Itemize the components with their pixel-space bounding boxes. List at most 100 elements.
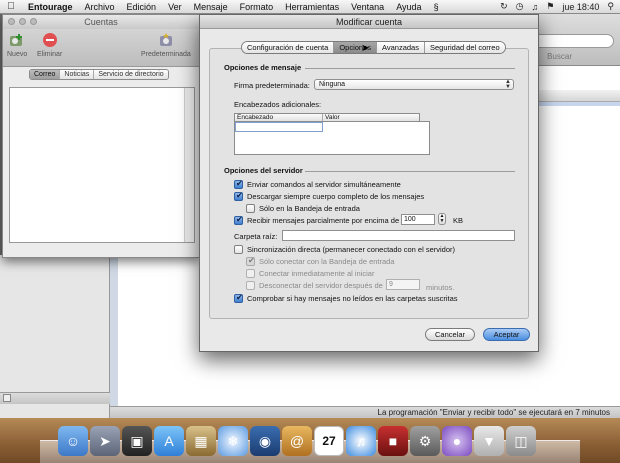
menu-ventana[interactable]: Ventana: [345, 2, 390, 12]
delete-icon: [42, 33, 57, 47]
options-panel: Opciones de mensaje Firma predeterminada…: [209, 48, 529, 319]
spotlight-icon[interactable]: ⚲: [607, 1, 614, 12]
tab-mail-security[interactable]: Seguridad del correo: [424, 42, 505, 53]
menu-archivo[interactable]: Archivo: [79, 2, 121, 12]
cancel-button[interactable]: Cancelar: [425, 328, 475, 341]
direct-sync-checkbox[interactable]: [234, 245, 243, 254]
dialog-title: Modificar cuenta: [200, 15, 538, 29]
accept-button[interactable]: Aceptar: [483, 328, 530, 341]
menu-mensaje[interactable]: Mensaje: [188, 2, 234, 12]
only-inbox-checkbox[interactable]: [246, 204, 255, 213]
systemprefs-icon[interactable]: ⚙: [410, 426, 440, 456]
disconnect-after-label: Desconectar del servidor después de: [259, 281, 383, 290]
sync-inbox-only-checkbox[interactable]: [246, 256, 255, 266]
make-default-button[interactable]: Predeterminada: [141, 32, 191, 58]
account-type-tabs: Correo Noticias Servicio de directorio: [29, 69, 169, 80]
script-menu-icon[interactable]: §: [428, 2, 445, 12]
tab-advanced[interactable]: Avanzadas: [377, 42, 425, 53]
safari-icon[interactable]: ❄: [218, 426, 248, 456]
disconnect-after-checkbox[interactable]: [246, 281, 255, 290]
modify-account-dialog: Modificar cuenta Configuración de cuenta…: [199, 14, 539, 352]
status-bar-left: [0, 392, 110, 404]
trash-icon[interactable]: ◫: [506, 426, 536, 456]
connect-on-start-label: Conectar inmediatamente al iniciar: [259, 269, 375, 278]
downloads-icon[interactable]: ▼: [474, 426, 504, 456]
menu-formato[interactable]: Formato: [234, 2, 280, 12]
signature-select[interactable]: Ninguna ▲ ▼: [314, 79, 514, 90]
finder-icon[interactable]: ☺: [58, 426, 88, 456]
download-full-checkbox[interactable]: [234, 191, 243, 201]
menu-ver[interactable]: Ver: [162, 2, 188, 12]
calendar-day: 27: [322, 434, 336, 448]
partial-size-input[interactable]: 100: [401, 214, 435, 225]
divider: [305, 171, 515, 172]
search-label: Buscar: [547, 52, 572, 61]
wifi-icon[interactable]: ◷: [516, 1, 524, 12]
header-edit-cell[interactable]: [235, 122, 323, 132]
rocket-icon[interactable]: ➤: [90, 426, 120, 456]
new-account-label: Nuevo: [7, 51, 28, 58]
menu-herramientas[interactable]: Herramientas: [279, 2, 345, 12]
cuentas-title: Cuentas: [84, 17, 118, 27]
clock-text[interactable]: jue 18:40: [562, 2, 599, 12]
download-full-label: Descargar siempre cuerpo completo de los…: [247, 192, 425, 201]
sync-inbox-only-label: Sólo conectar con la Bandeja de entrada: [259, 257, 395, 266]
ichat-icon[interactable]: ●: [442, 426, 472, 456]
signature-value: Ninguna: [319, 81, 346, 88]
appstore-icon[interactable]: A: [154, 426, 184, 456]
partial-receive-checkbox[interactable]: [234, 215, 243, 225]
disconnect-minutes-input[interactable]: 9: [386, 279, 420, 290]
extra-headers-label: Encabezados adicionales:: [234, 100, 322, 109]
cuentas-titlebar[interactable]: Cuentas: [3, 15, 199, 29]
facetime-icon[interactable]: ◉: [250, 426, 280, 456]
headers-table-body[interactable]: [234, 121, 430, 155]
pane-toggle-icon[interactable]: [3, 394, 11, 402]
partial-size-unit: KB: [453, 216, 464, 225]
cuentas-window: Cuentas Nuevo Eliminar Predeterminada Co…: [2, 14, 200, 258]
delete-account-button[interactable]: Eliminar: [37, 32, 62, 58]
mouse-pointer-icon: ➤: [361, 43, 370, 54]
photobooth-icon[interactable]: ■: [378, 426, 408, 456]
tab-correo[interactable]: Correo: [30, 70, 61, 79]
menu-entourage[interactable]: Entourage: [22, 2, 79, 12]
menu-ayuda[interactable]: Ayuda: [390, 2, 427, 12]
connect-on-start-checkbox[interactable]: [246, 269, 255, 278]
dialog-tabs: Configuración de cuenta Opciones Avanzad…: [241, 41, 506, 54]
menu-edicion[interactable]: Edición: [121, 2, 163, 12]
check-unread-checkbox[interactable]: [234, 293, 243, 303]
tab-account-settings[interactable]: Configuración de cuenta: [242, 42, 335, 53]
default-account-icon: [159, 33, 172, 46]
tab-options[interactable]: Opciones: [334, 42, 377, 53]
direct-sync-label: Sincronización directa (permanecer conec…: [247, 245, 456, 254]
send-simultaneous-checkbox[interactable]: [234, 179, 243, 189]
calendar-icon[interactable]: 27: [314, 426, 344, 456]
preview-icon[interactable]: ▦: [186, 426, 216, 456]
make-default-label: Predeterminada: [141, 51, 191, 58]
col-header[interactable]: Encabezado: [235, 114, 323, 121]
divider: [305, 68, 515, 69]
main-window-left-edge: [0, 255, 110, 418]
col-value[interactable]: Valor: [323, 114, 419, 121]
new-account-button[interactable]: Nuevo: [7, 32, 27, 58]
accounts-scrollbar[interactable]: [184, 88, 194, 242]
status-bar: La programación "Enviar y recibir todo" …: [110, 406, 620, 418]
partial-size-stepper[interactable]: ▲ ▼: [438, 213, 446, 225]
root-folder-label: Carpeta raíz:: [234, 232, 278, 241]
dock: ☺ ➤ ▣ A ▦ ❄ ◉ @ 27 ♫ ■ ⚙ ● ▼ ◫: [0, 418, 620, 463]
flag-icon[interactable]: ⚑: [546, 1, 554, 12]
signature-label: Firma predeterminada:: [234, 81, 310, 90]
menu-bar:  Entourage Archivo Edición Ver Mensaje …: [0, 0, 620, 14]
tab-directorio[interactable]: Servicio de directorio: [94, 70, 168, 79]
sync-icon[interactable]: ↻: [500, 1, 508, 12]
itunes-icon[interactable]: ♫: [346, 426, 376, 456]
dashboard-icon[interactable]: ▣: [122, 426, 152, 456]
apple-menu-icon[interactable]: : [0, 1, 22, 12]
send-simultaneous-label: Enviar comandos al servidor simultáneame…: [247, 180, 401, 189]
only-inbox-label: Sólo en la Bandeja de entrada: [259, 204, 360, 213]
root-folder-input[interactable]: [282, 230, 515, 241]
entourage-icon[interactable]: @: [282, 426, 312, 456]
accounts-list[interactable]: [9, 87, 195, 243]
check-unread-label: Comprobar si hay mensajes no leídos en l…: [247, 294, 458, 303]
tab-noticias[interactable]: Noticias: [60, 70, 95, 79]
volume-icon[interactable]: ♫: [532, 2, 539, 12]
